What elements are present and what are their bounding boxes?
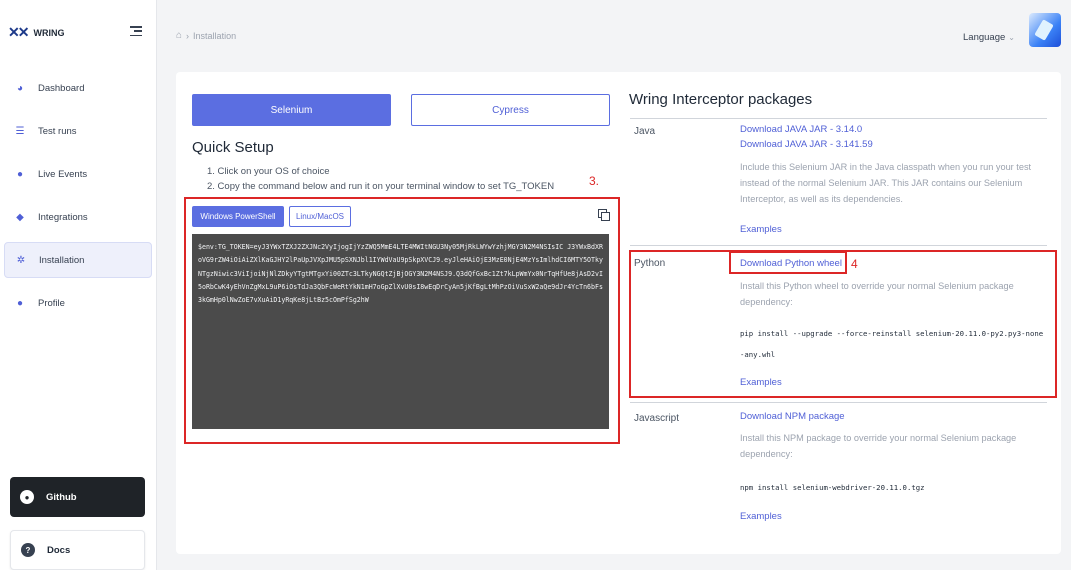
annotation-3: 3. — [589, 174, 600, 188]
quick-setup-steps: 1. Click on your OS of choice 2. Copy th… — [207, 165, 554, 194]
language-label: Language — [963, 32, 1006, 43]
quick-setup-title: Quick Setup — [192, 139, 274, 156]
avatar[interactable] — [1029, 13, 1061, 47]
divider — [630, 245, 1047, 246]
divider — [630, 402, 1047, 403]
docs-button[interactable]: ? Docs — [10, 530, 145, 570]
packages-title: Wring Interceptor packages — [629, 91, 813, 108]
download-java-jar-link-1[interactable]: Download JAVA JAR - 3.14.0 — [740, 124, 862, 135]
sidebar-item-test-runs[interactable]: ☰ Test runs — [4, 113, 152, 149]
python-examples-link[interactable]: Examples — [740, 377, 782, 388]
help-icon: ? — [21, 543, 35, 557]
sidebar-item-label: Integrations — [38, 211, 88, 223]
command-text: $env:TG_TOKEN=eyJ3YWxTZXJ2ZXJNc2VyIjogIj… — [198, 243, 603, 305]
cube-icon: ◆ — [16, 211, 24, 223]
tab-selenium[interactable]: Selenium — [192, 94, 391, 126]
home-icon[interactable]: ⌂ — [176, 30, 182, 41]
github-icon: ● — [20, 490, 34, 504]
python-install-command[interactable]: pip install --upgrade --force-reinstall … — [740, 323, 1045, 365]
tab-cypress[interactable]: Cypress — [411, 94, 610, 126]
java-description: Include this Selenium JAR in the Java cl… — [740, 162, 1032, 204]
app-logo[interactable]: ✕✕ WRING — [8, 24, 64, 41]
language-selector[interactable]: Language ⌄ — [963, 32, 1015, 43]
docs-label: Docs — [47, 544, 71, 556]
java-label: Java — [634, 126, 656, 137]
pie-chart-icon: ◕ — [16, 82, 24, 94]
gear-icon: ✲ — [16, 254, 26, 266]
list-icon: ☰ — [15, 125, 25, 137]
sidebar-item-installation[interactable]: ✲ Installation — [4, 242, 152, 278]
command-box[interactable]: $env:TG_TOKEN=eyJ3YWxTZXJ2ZXJNc2VyIjogIj… — [192, 234, 609, 429]
os-windows-button[interactable]: Windows PowerShell — [192, 206, 284, 227]
download-python-wheel-link[interactable]: Download Python wheel — [740, 258, 842, 269]
github-button[interactable]: ● Github — [10, 477, 145, 517]
logo-text: WRING — [33, 27, 65, 38]
copy-icon[interactable] — [598, 209, 610, 221]
sidebar-item-label: Live Events — [38, 168, 88, 180]
javascript-examples-link[interactable]: Examples — [740, 511, 782, 522]
sidebar-item-live-events[interactable]: ● Live Events — [4, 156, 152, 192]
sidebar-item-integrations[interactable]: ◆ Integrations — [4, 199, 152, 235]
sidebar-nav: ◕ Dashboard ☰ Test runs ● Live Events ◆ … — [4, 70, 152, 328]
github-label: Github — [46, 491, 77, 503]
sidebar-item-label: Installation — [39, 254, 85, 266]
java-examples-link[interactable]: Examples — [740, 224, 782, 235]
sidebar-item-profile[interactable]: ● Profile — [4, 285, 152, 321]
javascript-description: Install this NPM package to override you… — [740, 433, 1017, 459]
logo-icon: ✕✕ — [8, 24, 30, 40]
lightbulb-icon: ● — [16, 168, 24, 180]
breadcrumb-current: Installation — [193, 30, 237, 41]
breadcrumb-separator: › — [186, 30, 190, 41]
sidebar-item-label: Dashboard — [38, 82, 85, 94]
divider — [630, 118, 1047, 119]
sidebar: ✕✕ WRING ◕ Dashboard ☰ Test runs ● Live … — [0, 0, 157, 570]
step-2: 2. Copy the command below and run it on … — [207, 180, 555, 192]
python-label: Python — [634, 258, 666, 269]
breadcrumb: ⌂ › Installation — [176, 30, 236, 41]
download-java-jar-link-2[interactable]: Download JAVA JAR - 3.141.59 — [740, 139, 873, 150]
python-description: Install this Python wheel to override yo… — [740, 281, 1014, 307]
javascript-label: Javascript — [634, 413, 680, 424]
sidebar-item-dashboard[interactable]: ◕ Dashboard — [4, 70, 152, 106]
chevron-down-icon: ⌄ — [1008, 33, 1015, 42]
sidebar-item-label: Test runs — [38, 125, 77, 137]
user-icon: ● — [16, 297, 24, 309]
annotation-4: 4 — [851, 257, 858, 271]
download-npm-package-link[interactable]: Download NPM package — [740, 411, 845, 422]
sidebar-item-label: Profile — [38, 297, 65, 309]
menu-toggle-icon[interactable] — [130, 26, 142, 36]
step-1: 1. Click on your OS of choice — [207, 166, 330, 177]
npm-install-command[interactable]: npm install selenium-webdriver-20.11.0.t… — [740, 477, 1045, 498]
os-linux-button[interactable]: Linux/MacOS — [289, 206, 351, 227]
